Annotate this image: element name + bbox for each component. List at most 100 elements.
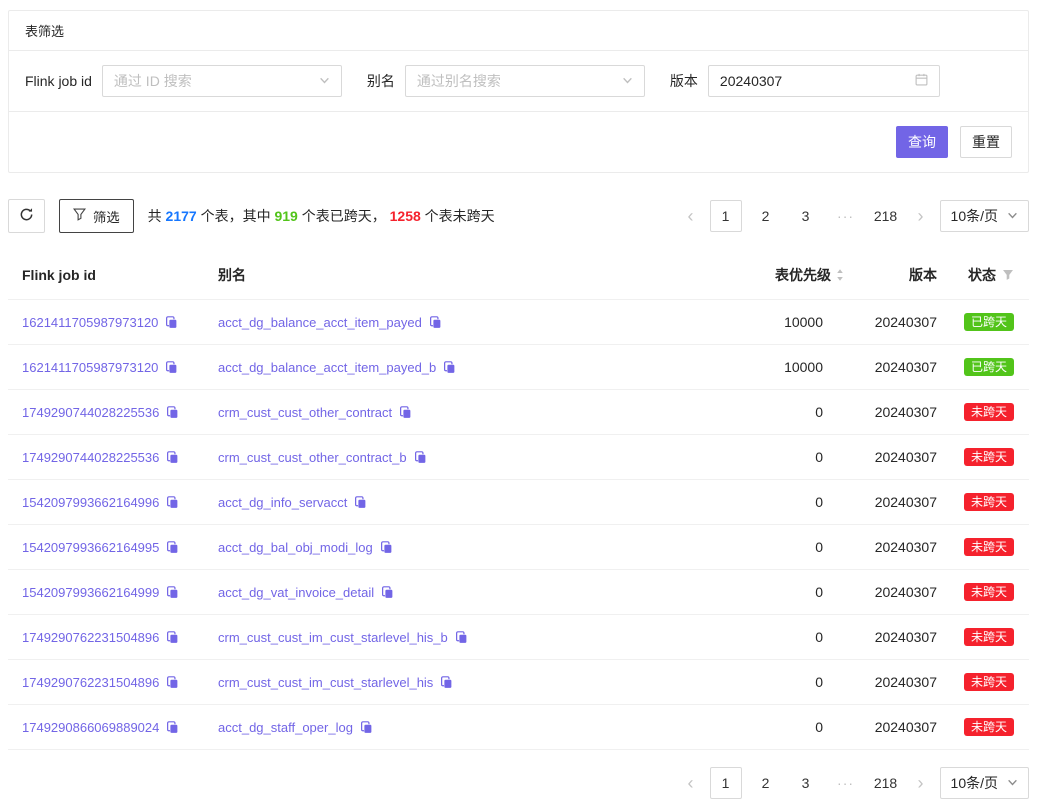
page-size-select[interactable]: 10条/页 [940,200,1029,232]
copy-icon[interactable] [443,361,456,374]
job-id-select[interactable]: 通过 ID 搜索 [102,65,342,97]
priority-value: 10000 [695,359,845,375]
version-value: 20240307 [845,449,937,465]
filter-panel: 表筛选 Flink job id 通过 ID 搜索 别名 通过别名搜索 版本 2… [8,10,1029,173]
copy-icon[interactable] [380,541,393,554]
alias-placeholder: 通过别名搜索 [417,71,501,91]
summary-uncrossed-count: 1258 [390,208,421,224]
job-id-link[interactable]: 1749290762231504896 [22,630,159,645]
page-size-label: 10条/页 [951,206,998,226]
job-id-link[interactable]: 1542097993662164995 [22,540,159,555]
page-size-select[interactable]: 10条/页 [940,767,1029,799]
table-row: 1542097993662164996 acct_dg_info_servacc… [8,480,1029,525]
page-button-1[interactable]: 1 [710,767,742,799]
copy-icon[interactable] [360,721,373,734]
job-id-link[interactable]: 1749290744028225536 [22,405,159,420]
job-id-link[interactable]: 1749290866069889024 [22,720,159,735]
page-buttons: 123···218 [710,767,902,799]
column-header-alias: 别名 [218,251,695,299]
filter-panel-title: 表筛选 [9,11,1028,51]
page-button-218[interactable]: 218 [870,767,902,799]
page-ellipsis: ··· [830,200,862,232]
status-badge: 未跨天 [964,538,1014,556]
pagination-top: ‹ 123···218 › 10条/页 [680,200,1029,232]
page-button-3[interactable]: 3 [790,200,822,232]
query-button[interactable]: 查询 [896,126,948,158]
alias-link[interactable]: crm_cust_cust_im_cust_starlevel_his_b [218,630,448,645]
copy-icon[interactable] [399,406,412,419]
page-button-2[interactable]: 2 [750,200,782,232]
copy-icon[interactable] [165,361,178,374]
job-id-link[interactable]: 1749290744028225536 [22,450,159,465]
priority-value: 0 [695,584,845,600]
alias-link[interactable]: acct_dg_balance_acct_item_payed_b [218,360,436,375]
page-button-218[interactable]: 218 [870,200,902,232]
version-value: 20240307 [845,314,937,330]
job-id-link[interactable]: 1621411705987973120 [22,360,158,375]
alias-link[interactable]: crm_cust_cust_other_contract_b [218,450,407,465]
chevron-down-icon [1007,208,1018,224]
priority-value: 10000 [695,314,845,330]
copy-icon[interactable] [440,676,453,689]
page-button-1[interactable]: 1 [710,200,742,232]
copy-icon[interactable] [166,631,179,644]
alias-select[interactable]: 通过别名搜索 [405,65,645,97]
priority-value: 0 [695,539,845,555]
copy-icon[interactable] [414,451,427,464]
prev-page-button[interactable]: ‹ [680,200,702,232]
job-id-link[interactable]: 1749290762231504896 [22,675,159,690]
version-value: 20240307 [845,584,937,600]
alias-label: 别名 [367,71,395,91]
alias-link[interactable]: acct_dg_staff_oper_log [218,720,353,735]
copy-icon[interactable] [166,496,179,509]
copy-icon[interactable] [381,586,394,599]
copy-icon[interactable] [166,541,179,554]
table-row: 1749290744028225536 crm_cust_cust_other_… [8,390,1029,435]
table-toolbar: 筛选 共 2177 个表，其中 919 个表已跨天， 1258 个表未跨天 ‹ … [8,199,1029,233]
copy-icon[interactable] [165,316,178,329]
table-row: 1542097993662164995 acct_dg_bal_obj_modi… [8,525,1029,570]
page-button-2[interactable]: 2 [750,767,782,799]
table-row: 1749290762231504896 crm_cust_cust_im_cus… [8,660,1029,705]
sort-icon[interactable] [835,268,845,282]
status-badge: 已跨天 [964,313,1014,331]
job-id-link[interactable]: 1542097993662164999 [22,585,159,600]
column-header-status: 状态 [937,251,1029,299]
job-id-placeholder: 通过 ID 搜索 [114,71,192,91]
alias-link[interactable]: acct_dg_balance_acct_item_payed [218,315,422,330]
copy-icon[interactable] [166,586,179,599]
table-row: 1621411705987973120 acct_dg_balance_acct… [8,345,1029,390]
reset-button[interactable]: 重置 [960,126,1012,158]
copy-icon[interactable] [166,721,179,734]
copy-icon[interactable] [429,316,442,329]
copy-icon[interactable] [166,676,179,689]
status-badge: 未跨天 [964,628,1014,646]
page-button-3[interactable]: 3 [790,767,822,799]
status-badge: 未跨天 [964,448,1014,466]
alias-link[interactable]: acct_dg_bal_obj_modi_log [218,540,373,555]
filter-button[interactable]: 筛选 [59,199,134,233]
priority-value: 0 [695,494,845,510]
status-badge: 未跨天 [964,583,1014,601]
copy-icon[interactable] [166,451,179,464]
alias-link[interactable]: acct_dg_info_servacct [218,495,347,510]
status-filter-funnel-icon[interactable] [1002,269,1014,281]
table-row: 1749290744028225536 crm_cust_cust_other_… [8,435,1029,480]
job-id-label: Flink job id [25,73,92,89]
chevron-down-icon [1007,775,1018,791]
prev-page-button[interactable]: ‹ [680,767,702,799]
alias-link[interactable]: crm_cust_cust_other_contract [218,405,392,420]
version-value: 20240307 [845,539,937,555]
copy-icon[interactable] [354,496,367,509]
alias-link[interactable]: acct_dg_vat_invoice_detail [218,585,374,600]
refresh-button[interactable] [8,199,45,233]
version-date-input[interactable]: 20240307 [708,65,940,97]
next-page-button[interactable]: › [910,200,932,232]
job-id-link[interactable]: 1542097993662164996 [22,495,159,510]
version-value: 20240307 [845,359,937,375]
next-page-button[interactable]: › [910,767,932,799]
copy-icon[interactable] [455,631,468,644]
copy-icon[interactable] [166,406,179,419]
alias-link[interactable]: crm_cust_cust_im_cust_starlevel_his [218,675,433,690]
job-id-link[interactable]: 1621411705987973120 [22,315,158,330]
